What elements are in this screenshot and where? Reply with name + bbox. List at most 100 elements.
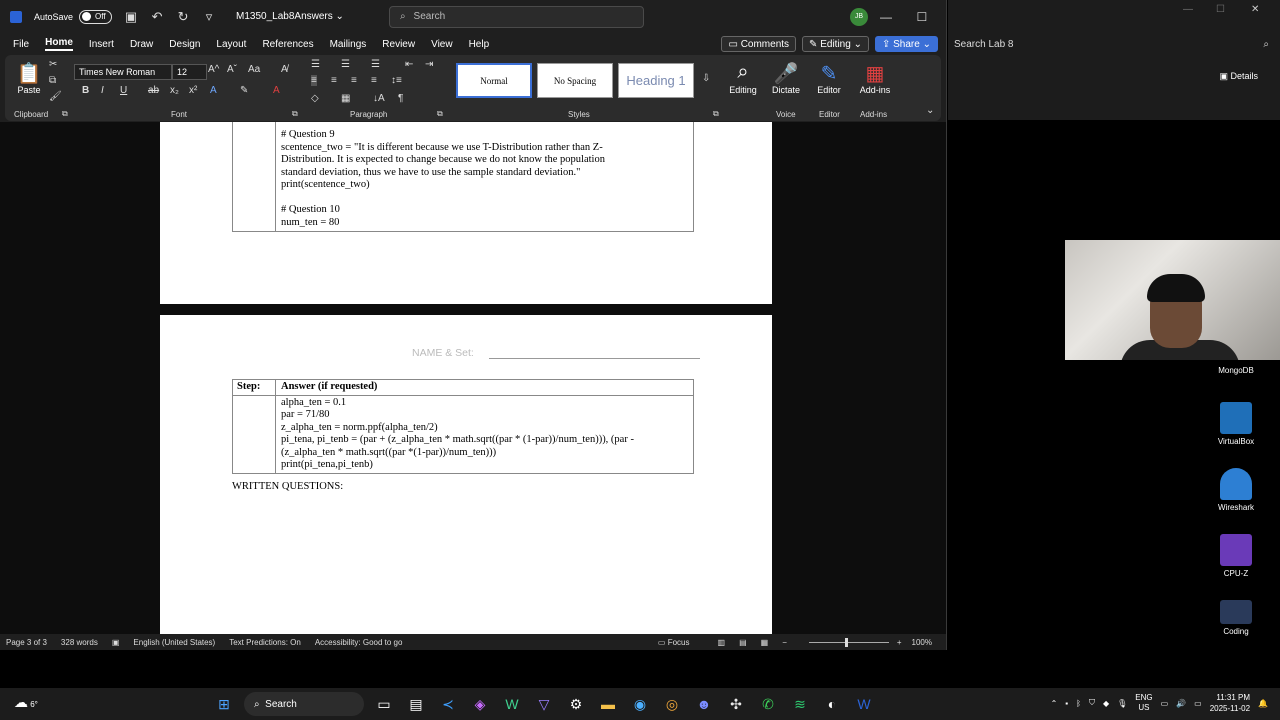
minimize-icon[interactable]: — bbox=[868, 10, 904, 24]
weather-widget[interactable]: ☁ 6° bbox=[14, 694, 38, 711]
shrink-font-icon[interactable]: Aˇ bbox=[227, 64, 237, 75]
justify-icon[interactable]: ≡ bbox=[371, 75, 377, 86]
copilot-icon[interactable]: ◈ bbox=[468, 692, 492, 716]
language-status[interactable]: English (United States) bbox=[133, 638, 215, 647]
tab-draw[interactable]: Draw bbox=[130, 39, 153, 50]
zoom-slider[interactable] bbox=[808, 637, 889, 647]
save-icon[interactable]: ▣ bbox=[122, 9, 140, 25]
read-mode-icon[interactable]: ▥ bbox=[718, 638, 726, 647]
tab-review[interactable]: Review bbox=[382, 39, 415, 50]
clock[interactable]: 11:31 PM 2025-11-02 bbox=[1210, 692, 1250, 714]
borders-icon[interactable]: ▦ bbox=[341, 93, 350, 104]
search-input[interactable]: ⌕ Search bbox=[388, 5, 644, 28]
zoom-level[interactable]: 100% bbox=[912, 638, 932, 647]
zoom-out-icon[interactable]: − bbox=[782, 638, 787, 647]
superscript-icon[interactable]: x² bbox=[189, 85, 197, 96]
line-spacing-icon[interactable]: ↕≡ bbox=[391, 75, 402, 86]
numbering-icon[interactable]: ☰ bbox=[341, 59, 350, 70]
collapse-ribbon-icon[interactable]: ⌄ bbox=[926, 105, 934, 116]
style-normal[interactable]: Normal bbox=[456, 63, 532, 98]
paste-button[interactable]: 📋 Paste bbox=[9, 61, 49, 95]
page-count[interactable]: Page 3 of 3 bbox=[6, 638, 47, 647]
web-layout-icon[interactable]: ▦ bbox=[761, 638, 769, 647]
minimize-icon[interactable]: — bbox=[1183, 4, 1193, 15]
sort-icon[interactable]: ↓A bbox=[373, 93, 385, 104]
start-icon[interactable]: ⊞ bbox=[212, 692, 236, 716]
app-w-icon[interactable]: W bbox=[500, 692, 524, 716]
proton-vpn-icon[interactable]: ▽ bbox=[532, 692, 556, 716]
settings-gear-icon[interactable]: ⚙ bbox=[564, 692, 588, 716]
volume-icon[interactable]: 🔊 bbox=[1176, 699, 1186, 708]
align-left-icon[interactable]: ≡ bbox=[311, 75, 317, 86]
editing-button[interactable]: ⌕ Editing bbox=[723, 61, 763, 95]
vscode-icon[interactable]: ≺ bbox=[436, 692, 460, 716]
proofing-icon[interactable]: ▣ bbox=[112, 638, 120, 647]
zoom-in-icon[interactable]: + bbox=[897, 638, 902, 647]
maximize-icon[interactable]: ☐ bbox=[1216, 4, 1225, 15]
tray-app-icon[interactable]: ▪ bbox=[1065, 699, 1068, 708]
zoom-thumb[interactable] bbox=[844, 637, 848, 647]
slack-icon[interactable]: ✣ bbox=[724, 692, 748, 716]
microphone-icon[interactable]: 🎙 bbox=[1117, 699, 1127, 708]
print-layout-icon[interactable]: ▤ bbox=[739, 638, 747, 647]
multilevel-list-icon[interactable]: ☰ bbox=[371, 59, 380, 70]
style-heading-1[interactable]: Heading 1 bbox=[618, 63, 694, 98]
comments-button[interactable]: ▭ Comments bbox=[721, 36, 797, 52]
word-taskbar-icon[interactable]: W bbox=[852, 692, 876, 716]
tab-insert[interactable]: Insert bbox=[89, 39, 114, 50]
terminal-icon[interactable]: ▤ bbox=[404, 692, 428, 716]
avatar[interactable]: JB bbox=[849, 7, 868, 26]
tab-view[interactable]: View bbox=[431, 39, 453, 50]
decrease-indent-icon[interactable]: ⇤ bbox=[405, 59, 413, 70]
network-icon[interactable]: ▭ bbox=[1161, 699, 1169, 708]
answer-cell[interactable]: alpha_ten = 0.1 par = 71/80 z_alpha_ten … bbox=[276, 396, 693, 473]
maximize-icon[interactable]: ☐ bbox=[904, 10, 940, 24]
styles-launcher-icon[interactable]: ⧉ bbox=[713, 109, 719, 119]
share-button[interactable]: ⇪ Share ⌄ bbox=[874, 36, 938, 52]
text-effects-icon[interactable]: A bbox=[210, 85, 217, 96]
subscript-icon[interactable]: x₂ bbox=[170, 85, 179, 96]
font-name-select[interactable]: Times New Roman bbox=[74, 64, 172, 80]
task-view-icon[interactable]: ▭ bbox=[372, 692, 396, 716]
tab-references[interactable]: References bbox=[262, 39, 313, 50]
tab-file[interactable]: File bbox=[13, 39, 29, 50]
redo-icon[interactable]: ↻ bbox=[174, 9, 192, 25]
format-painter-icon[interactable]: 🖌 bbox=[49, 91, 62, 102]
github-icon[interactable]: ◐ bbox=[820, 692, 844, 716]
tab-home[interactable]: Home bbox=[45, 37, 73, 51]
answer-cell[interactable]: # Question 9 scentence_two = "It is diff… bbox=[276, 122, 693, 231]
text-predictions-status[interactable]: Text Predictions: On bbox=[229, 638, 301, 647]
cut-icon[interactable]: ✂ bbox=[49, 59, 57, 70]
battery-icon[interactable]: ▭ bbox=[1194, 699, 1202, 708]
highlight-icon[interactable]: ✎ bbox=[240, 85, 248, 96]
align-right-icon[interactable]: ≡ bbox=[351, 75, 357, 86]
shading-icon[interactable]: ◇ bbox=[311, 93, 319, 104]
copy-icon[interactable]: ⧉ bbox=[49, 75, 56, 86]
chevron-up-icon[interactable]: ⌃ bbox=[1051, 699, 1058, 708]
spotify-icon[interactable]: ≋ bbox=[788, 692, 812, 716]
increase-indent-icon[interactable]: ⇥ bbox=[425, 59, 433, 70]
font-launcher-icon[interactable]: ⧉ bbox=[292, 109, 298, 119]
explorer-search-input[interactable]: Search Lab 8 ⌕ bbox=[954, 34, 1269, 54]
word-count[interactable]: 328 words bbox=[61, 638, 98, 647]
document-title[interactable]: M1350_Lab8Answers ⌄ bbox=[236, 11, 344, 22]
document-area[interactable]: # Question 9 scentence_two = "It is diff… bbox=[0, 122, 946, 634]
notification-bell-icon[interactable]: 🔔 bbox=[1258, 699, 1268, 708]
taskbar-search[interactable]: ⌕ Search bbox=[244, 692, 364, 716]
desktop-icon-mongodb[interactable]: MongoDB bbox=[1206, 366, 1266, 375]
clipboard-launcher-icon[interactable]: ⧉ bbox=[62, 109, 68, 119]
autosave-toggle[interactable]: Off bbox=[79, 9, 113, 24]
bullets-icon[interactable]: ☰ bbox=[311, 59, 320, 70]
whatsapp-icon[interactable]: ✆ bbox=[756, 692, 780, 716]
editor-button[interactable]: ✎ Editor bbox=[809, 61, 849, 95]
font-size-select[interactable]: 12 bbox=[172, 64, 207, 80]
customize-qat-icon[interactable]: ▿ bbox=[200, 9, 218, 25]
strikethrough-icon[interactable]: ab bbox=[148, 85, 159, 96]
desktop-icon-coding[interactable]: Coding bbox=[1206, 600, 1266, 636]
undo-icon[interactable]: ↶ bbox=[148, 9, 166, 25]
underline-icon[interactable]: U bbox=[120, 85, 127, 96]
tab-help[interactable]: Help bbox=[469, 39, 490, 50]
align-center-icon[interactable]: ≡ bbox=[331, 75, 337, 86]
file-explorer-icon[interactable]: ▬ bbox=[596, 692, 620, 716]
close-icon[interactable]: ✕ bbox=[1251, 4, 1259, 15]
